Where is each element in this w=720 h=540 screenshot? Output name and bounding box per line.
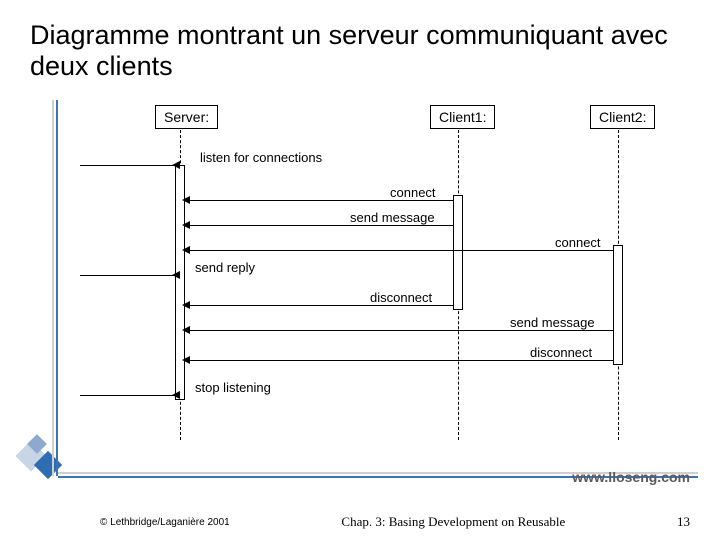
msg-sendmsg1-arrow [182,221,190,229]
slide-title: Diagramme montrant un serveur communiqua… [30,20,720,82]
msg-disconnect2-label: disconnect [530,345,592,360]
msg-listen-label: listen for connections [200,150,322,165]
msg-disconnect2-line [185,360,613,361]
deco-vline-blue [56,100,58,476]
msg-disconnect1-label: disconnect [370,290,432,305]
deco-vline-gray [52,100,54,476]
msg-disconnect1-arrow [182,301,190,309]
footer-chapter: Chap. 3: Basing Development on Reusable [341,514,565,530]
msg-sendmsg1-label: send message [350,210,435,225]
lifeline-client1: Client1: [430,105,495,129]
msg-stop-label: stop listening [195,380,271,395]
msg-sendmsg1-line [185,225,453,226]
website-url: www.lloseng.com [572,469,690,485]
msg-stop-arrow [172,391,180,399]
slide-footer: © Lethbridge/Laganière 2001 Chap. 3: Bas… [0,514,720,530]
msg-connect2-line [185,250,613,251]
msg-sendmsg2-arrow [182,326,190,334]
lifeline-client2: Client2: [590,105,655,129]
msg-connect2-arrow [182,246,190,254]
msg-sendreply-line [80,275,175,276]
msg-connect1-line [185,200,453,201]
client2-activation [613,245,623,365]
msg-sendmsg2-label: send message [510,315,595,330]
sequence-diagram: Server: Client1: Client2: listen for con… [60,105,700,455]
msg-listen-line [80,165,175,166]
lifeline-server: Server: [155,105,218,129]
msg-sendmsg2-line [185,330,613,331]
msg-disconnect2-arrow [182,356,190,364]
footer-copyright: © Lethbridge/Laganière 2001 [30,517,230,528]
msg-sendreply-arrow [172,271,180,279]
msg-stop-line [80,395,175,396]
msg-connect1-arrow [182,196,190,204]
msg-listen-arrow [172,161,180,169]
msg-connect1-label: connect [390,185,436,200]
msg-sendreply-label: send reply [195,260,255,275]
footer-page: 13 [677,514,690,530]
msg-connect2-label: connect [555,235,601,250]
client1-activation [453,195,463,310]
msg-disconnect1-line [185,305,453,306]
